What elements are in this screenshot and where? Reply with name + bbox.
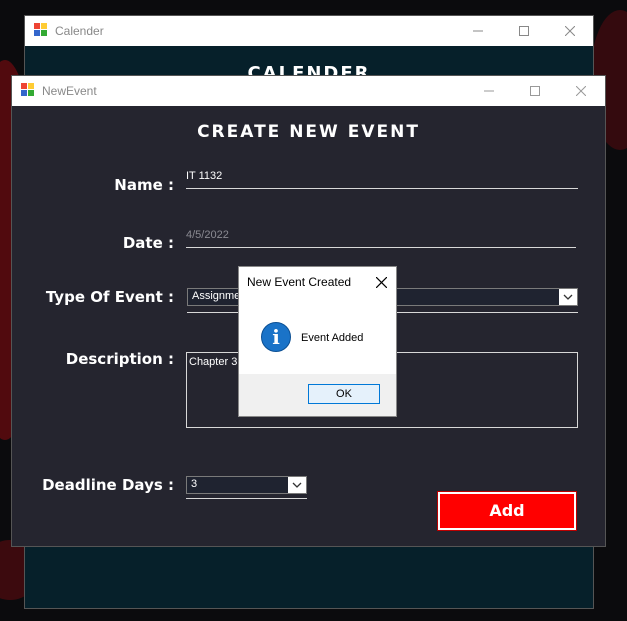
minimize-icon[interactable]	[455, 16, 501, 46]
deadline-days-underline	[186, 498, 307, 499]
dialog-footer: OK	[239, 374, 396, 416]
name-label: Name :	[114, 176, 174, 194]
maximize-icon[interactable]	[512, 76, 558, 106]
deadline-days-value: 3	[189, 478, 200, 491]
info-icon: i	[261, 322, 291, 352]
date-label: Date :	[122, 234, 174, 252]
page-title: CREATE NEW EVENT	[197, 122, 420, 142]
app-icon	[21, 83, 35, 97]
type-of-event-label: Type Of Event :	[45, 288, 174, 306]
name-field-underline	[186, 188, 578, 189]
calender-window-title: Calender	[55, 24, 104, 38]
newevent-titlebar: NewEvent	[12, 76, 605, 106]
date-field-underline	[186, 247, 576, 248]
add-button[interactable]: Add	[438, 492, 576, 530]
close-icon[interactable]	[547, 16, 593, 46]
maximize-icon[interactable]	[501, 16, 547, 46]
chevron-down-icon[interactable]	[559, 289, 577, 305]
description-label: Description :	[65, 350, 174, 368]
ok-button[interactable]: OK	[308, 384, 380, 404]
chevron-down-icon[interactable]	[288, 477, 306, 493]
minimize-icon[interactable]	[466, 76, 512, 106]
name-field[interactable]: IT 1132	[186, 170, 222, 182]
calender-titlebar: Calender	[25, 16, 593, 46]
dialog-body: i Event Added	[239, 295, 396, 375]
dialog-message: Event Added	[301, 332, 364, 344]
close-icon[interactable]	[558, 76, 604, 106]
deadline-days-label: Deadline Days :	[42, 476, 174, 494]
deadline-days-select[interactable]: 3	[186, 476, 307, 494]
app-icon	[34, 23, 48, 37]
close-icon[interactable]	[372, 273, 390, 291]
dialog-title: New Event Created	[247, 275, 352, 289]
date-field[interactable]: 4/5/2022	[186, 229, 229, 241]
description-value: Chapter 3	[189, 356, 238, 368]
new-event-created-dialog: New Event Created i Event Added OK	[238, 266, 397, 417]
newevent-window-title: NewEvent	[42, 84, 97, 98]
